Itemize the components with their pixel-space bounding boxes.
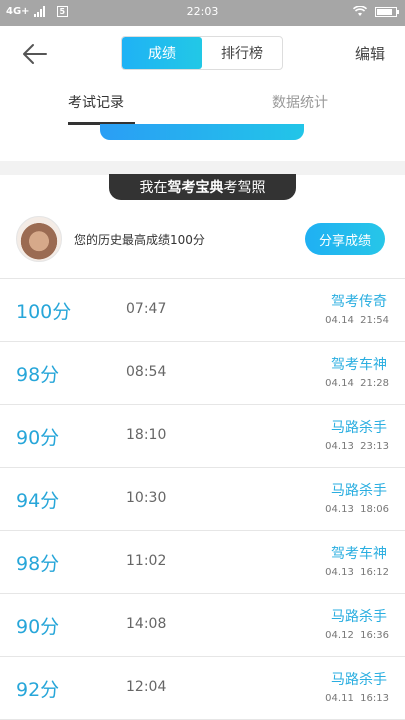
record-score: 98分 xyxy=(16,364,60,386)
status-time: 22:03 xyxy=(186,5,219,18)
record-title: 驾考车神 xyxy=(331,357,387,373)
record-time: 21:28 xyxy=(360,378,389,389)
record-datetime: 04.12 16:36 xyxy=(325,630,389,641)
record-score: 100分 xyxy=(16,301,72,323)
record-score: 98分 xyxy=(16,553,60,575)
record-score: 92分 xyxy=(16,679,60,701)
brand-prefix: 我在 xyxy=(139,180,168,196)
record-date: 04.11 xyxy=(325,693,354,704)
record-duration: 18:10 xyxy=(126,427,167,443)
share-score-button[interactable]: 分享成绩 xyxy=(305,223,385,255)
sub-tabs: 考试记录 数据统计 xyxy=(0,82,405,125)
record-datetime: 04.11 16:13 xyxy=(325,693,389,704)
record-date: 04.14 xyxy=(325,378,354,389)
record-row[interactable]: 98分 08:54 驾考车神 04.14 21:28 xyxy=(0,342,405,405)
app-header: 成绩 排行榜 编辑 xyxy=(0,26,405,82)
record-duration: 08:54 xyxy=(126,364,167,380)
record-date: 04.14 xyxy=(325,315,354,326)
record-title: 马路杀手 xyxy=(331,420,387,436)
record-time: 23:13 xyxy=(360,441,389,452)
edit-button[interactable]: 编辑 xyxy=(355,43,385,64)
segment-control: 成绩 排行榜 xyxy=(121,36,283,70)
record-title: 马路杀手 xyxy=(331,609,387,625)
records-list: 100分 07:47 驾考传奇 04.14 21:54 98分 08:54 驾考… xyxy=(0,279,405,720)
record-title: 驾考传奇 xyxy=(331,294,387,310)
record-date: 04.13 xyxy=(325,504,354,515)
best-score-text: 您的历史最高成绩100分 xyxy=(74,233,205,247)
profile-row: 您的历史最高成绩100分 分享成绩 xyxy=(0,210,405,276)
record-time: 16:36 xyxy=(360,630,389,641)
record-row[interactable]: 90分 18:10 马路杀手 04.13 23:13 xyxy=(0,405,405,468)
record-datetime: 04.13 23:13 xyxy=(325,441,389,452)
avatar[interactable] xyxy=(16,216,62,262)
banner-strip xyxy=(100,124,304,140)
record-duration: 12:04 xyxy=(126,679,167,695)
record-duration: 11:02 xyxy=(126,553,167,569)
tab-exam-records[interactable]: 考试记录 xyxy=(68,92,124,112)
record-time: 16:13 xyxy=(360,693,389,704)
record-row[interactable]: 90分 14:08 马路杀手 04.12 16:36 xyxy=(0,594,405,657)
record-date: 04.12 xyxy=(325,630,354,641)
arrow-left-icon[interactable] xyxy=(20,40,50,68)
record-row[interactable]: 94分 10:30 马路杀手 04.13 18:06 xyxy=(0,468,405,531)
brand-badge: 我在 驾考宝典 考驾照 xyxy=(109,174,296,200)
record-time: 18:06 xyxy=(360,504,389,515)
record-datetime: 04.13 16:12 xyxy=(325,567,389,578)
brand-name: 驾考宝典 xyxy=(167,180,224,196)
record-time: 21:54 xyxy=(360,315,389,326)
record-row[interactable]: 92分 12:04 马路杀手 04.11 16:13 xyxy=(0,657,405,720)
record-date: 04.13 xyxy=(325,441,354,452)
status-bar: 4G+ 5 22:03 xyxy=(0,0,405,26)
record-score: 90分 xyxy=(16,427,60,449)
brand-suffix: 考驾照 xyxy=(223,180,266,196)
section-divider xyxy=(0,161,405,175)
record-title: 马路杀手 xyxy=(331,672,387,688)
record-datetime: 04.14 21:54 xyxy=(325,315,389,326)
record-row[interactable]: 100分 07:47 驾考传奇 04.14 21:54 xyxy=(0,279,405,342)
record-time: 16:12 xyxy=(360,567,389,578)
record-title: 马路杀手 xyxy=(331,483,387,499)
record-title: 驾考车神 xyxy=(331,546,387,562)
status-right xyxy=(353,6,399,17)
record-date: 04.13 xyxy=(325,567,354,578)
battery-icon xyxy=(375,6,399,17)
record-score: 90分 xyxy=(16,616,60,638)
record-duration: 10:30 xyxy=(126,490,167,506)
record-datetime: 04.13 18:06 xyxy=(325,504,389,515)
record-duration: 07:47 xyxy=(126,301,167,317)
wifi-icon xyxy=(353,6,367,16)
record-duration: 14:08 xyxy=(126,616,167,632)
record-score: 94分 xyxy=(16,490,60,512)
tab-statistics[interactable]: 数据统计 xyxy=(272,92,328,112)
tab-score[interactable]: 成绩 xyxy=(122,37,202,69)
record-row[interactable]: 98分 11:02 驾考车神 04.13 16:12 xyxy=(0,531,405,594)
record-datetime: 04.14 21:28 xyxy=(325,378,389,389)
tab-leaderboard[interactable]: 排行榜 xyxy=(202,37,282,69)
